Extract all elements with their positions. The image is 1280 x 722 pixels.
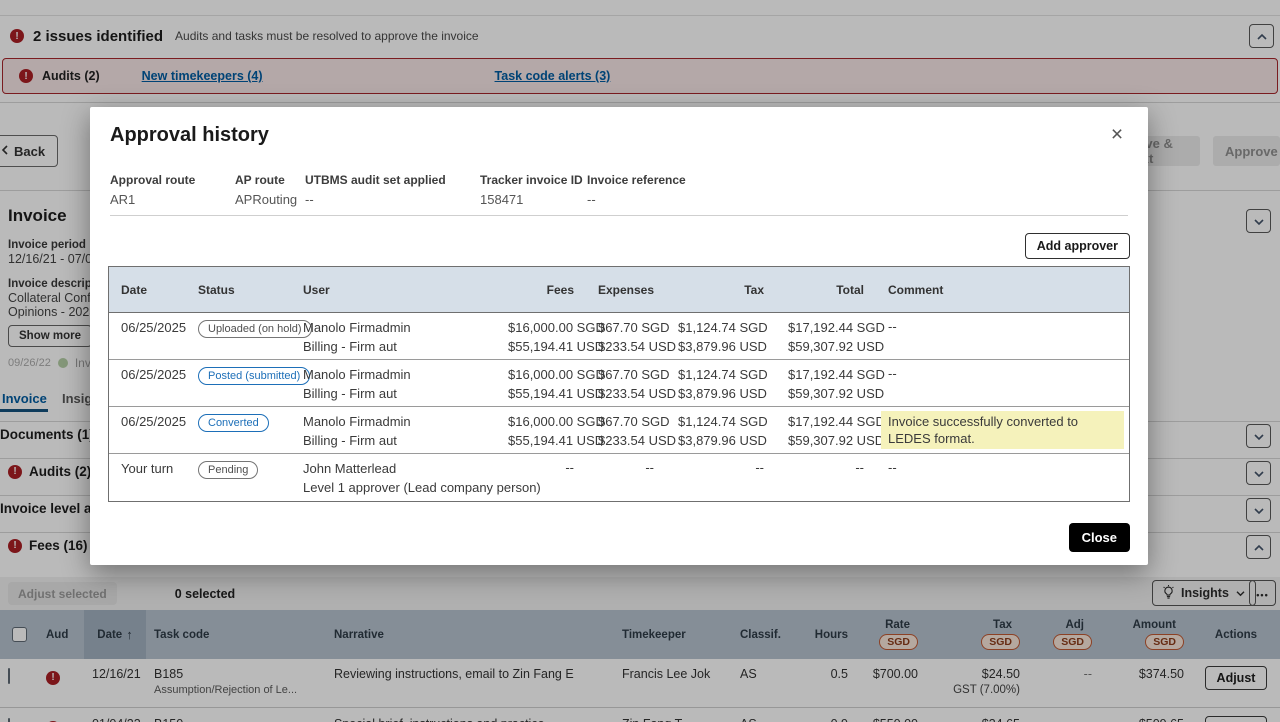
approval-expenses: $67.70 SGD $233.54 USD [586, 313, 666, 359]
approval-row: 06/25/2025 Posted (submitted) Manolo Fir… [109, 360, 1129, 407]
expenses-usd: $233.54 USD [598, 338, 654, 355]
close-button[interactable]: Close [1069, 523, 1130, 552]
tax-sgd: $1,124.74 SGD [678, 319, 764, 336]
tax-sgd: $1,124.74 SGD [678, 366, 764, 383]
approval-tax: -- [666, 454, 776, 501]
user-role: Billing - Firm aut [303, 432, 484, 449]
approval-tax: $1,124.74 SGD $3,879.96 USD [666, 313, 776, 359]
total-usd: $59,307.92 USD [788, 432, 864, 449]
col-user: User [291, 277, 496, 303]
fees-sgd: $16,000.00 SGD [508, 413, 574, 430]
meta-value: 158471 [480, 192, 587, 207]
total-sgd: $17,192.44 SGD [788, 319, 864, 336]
meta-value: APRouting [235, 192, 305, 207]
close-icon[interactable] [1104, 121, 1130, 147]
tax-usd: $3,879.96 USD [678, 432, 764, 449]
approval-user: John Matterlead Level 1 approver (Lead c… [291, 454, 496, 501]
approval-comment: -- [876, 313, 1129, 359]
approval-expenses: $67.70 SGD $233.54 USD [586, 407, 666, 453]
expenses-usd: $233.54 USD [598, 385, 654, 402]
approval-user: Manolo Firmadmin Billing - Firm aut [291, 313, 496, 359]
meta-invoice-reference: Invoice reference -- [587, 173, 686, 207]
modal-meta-row: Approval route AR1 AP route APRouting UT… [110, 173, 686, 207]
approval-row: 06/25/2025 Converted Manolo Firmadmin Bi… [109, 407, 1129, 454]
meta-label: AP route [235, 173, 305, 187]
fees-usd: $55,194.41 USD [508, 338, 574, 355]
fees-sgd: $16,000.00 SGD [508, 319, 574, 336]
meta-utbms-audit-set: UTBMS audit set applied -- [305, 173, 480, 207]
total-usd: $59,307.92 USD [788, 385, 864, 402]
approval-row: 06/25/2025 Uploaded (on hold) Manolo Fir… [109, 313, 1129, 360]
approval-tax: $1,124.74 SGD $3,879.96 USD [666, 360, 776, 406]
add-approver-button[interactable]: Add approver [1025, 233, 1130, 259]
approval-date: 06/25/2025 [121, 366, 174, 383]
fees-sgd: $16,000.00 SGD [508, 366, 574, 383]
approval-date: 06/25/2025 [121, 319, 174, 336]
expenses-sgd: $67.70 SGD [598, 413, 654, 430]
meta-approval-route: Approval route AR1 [110, 173, 235, 207]
approval-expenses: $67.70 SGD $233.54 USD [586, 360, 666, 406]
approval-history-table: Date Status User Fees Expenses Tax Total… [108, 266, 1130, 502]
approval-turn-label: Your turn [121, 460, 174, 477]
tax-sgd: $1,124.74 SGD [678, 413, 764, 430]
approval-date: 06/25/2025 [121, 413, 174, 430]
approval-user: Manolo Firmadmin Billing - Firm aut [291, 407, 496, 453]
approval-row: Your turn Pending John Matterlead Level … [109, 454, 1129, 501]
approval-comment: -- [876, 454, 1129, 501]
modal-title: Approval history [110, 124, 269, 147]
approval-comment: Invoice successfully converted to LEDES … [876, 407, 1129, 453]
meta-label: Tracker invoice ID [480, 173, 587, 187]
meta-label: Approval route [110, 173, 235, 187]
status-badge: Converted [198, 414, 269, 432]
col-date: Date [109, 277, 186, 303]
approval-total: $17,192.44 SGD $59,307.92 USD [776, 313, 876, 359]
approval-total: $17,192.44 SGD $59,307.92 USD [776, 407, 876, 453]
user-role: Billing - Firm aut [303, 385, 484, 402]
approval-total: -- [776, 454, 876, 501]
approval-fees: $16,000.00 SGD $55,194.41 USD [496, 313, 586, 359]
approval-fees: $16,000.00 SGD $55,194.41 USD [496, 360, 586, 406]
expenses-sgd: $67.70 SGD [598, 366, 654, 383]
col-total: Total [776, 277, 876, 303]
meta-value: -- [587, 192, 686, 207]
approval-fees: $16,000.00 SGD $55,194.41 USD [496, 407, 586, 453]
approval-comment: -- [876, 360, 1129, 406]
meta-label: UTBMS audit set applied [305, 173, 480, 187]
user-name: Manolo Firmadmin [303, 413, 484, 430]
approval-history-modal: Approval history Approval route AR1 AP r… [90, 107, 1148, 565]
col-comment: Comment [876, 277, 1129, 303]
total-sgd: $17,192.44 SGD [788, 366, 864, 383]
approval-expenses: -- [586, 454, 666, 501]
approval-user: Manolo Firmadmin Billing - Firm aut [291, 360, 496, 406]
tax-usd: $3,879.96 USD [678, 338, 764, 355]
col-status: Status [186, 277, 291, 303]
user-name: Manolo Firmadmin [303, 319, 484, 336]
fees-usd: $55,194.41 USD [508, 432, 574, 449]
approval-table-header: Date Status User Fees Expenses Tax Total… [109, 267, 1129, 313]
status-badge: Pending [198, 461, 258, 479]
meta-label: Invoice reference [587, 173, 686, 187]
expenses-sgd: $67.70 SGD [598, 319, 654, 336]
meta-value: AR1 [110, 192, 235, 207]
meta-tracker-invoice-id: Tracker invoice ID 158471 [480, 173, 587, 207]
comment-highlight: Invoice successfully converted to LEDES … [881, 411, 1124, 449]
divider [110, 215, 1128, 216]
user-name: John Matterlead [303, 460, 484, 477]
user-role: Billing - Firm aut [303, 338, 484, 355]
approval-tax: $1,124.74 SGD $3,879.96 USD [666, 407, 776, 453]
col-expenses: Expenses [586, 277, 666, 303]
meta-ap-route: AP route APRouting [235, 173, 305, 207]
col-fees: Fees [496, 277, 586, 303]
fees-usd: $55,194.41 USD [508, 385, 574, 402]
col-tax: Tax [666, 277, 776, 303]
meta-value: -- [305, 192, 480, 207]
expenses-usd: $233.54 USD [598, 432, 654, 449]
total-usd: $59,307.92 USD [788, 338, 864, 355]
approval-fees: -- [496, 454, 586, 501]
user-name: Manolo Firmadmin [303, 366, 484, 383]
approval-total: $17,192.44 SGD $59,307.92 USD [776, 360, 876, 406]
total-sgd: $17,192.44 SGD [788, 413, 864, 430]
tax-usd: $3,879.96 USD [678, 385, 764, 402]
user-role: Level 1 approver (Lead company person) [303, 479, 484, 496]
